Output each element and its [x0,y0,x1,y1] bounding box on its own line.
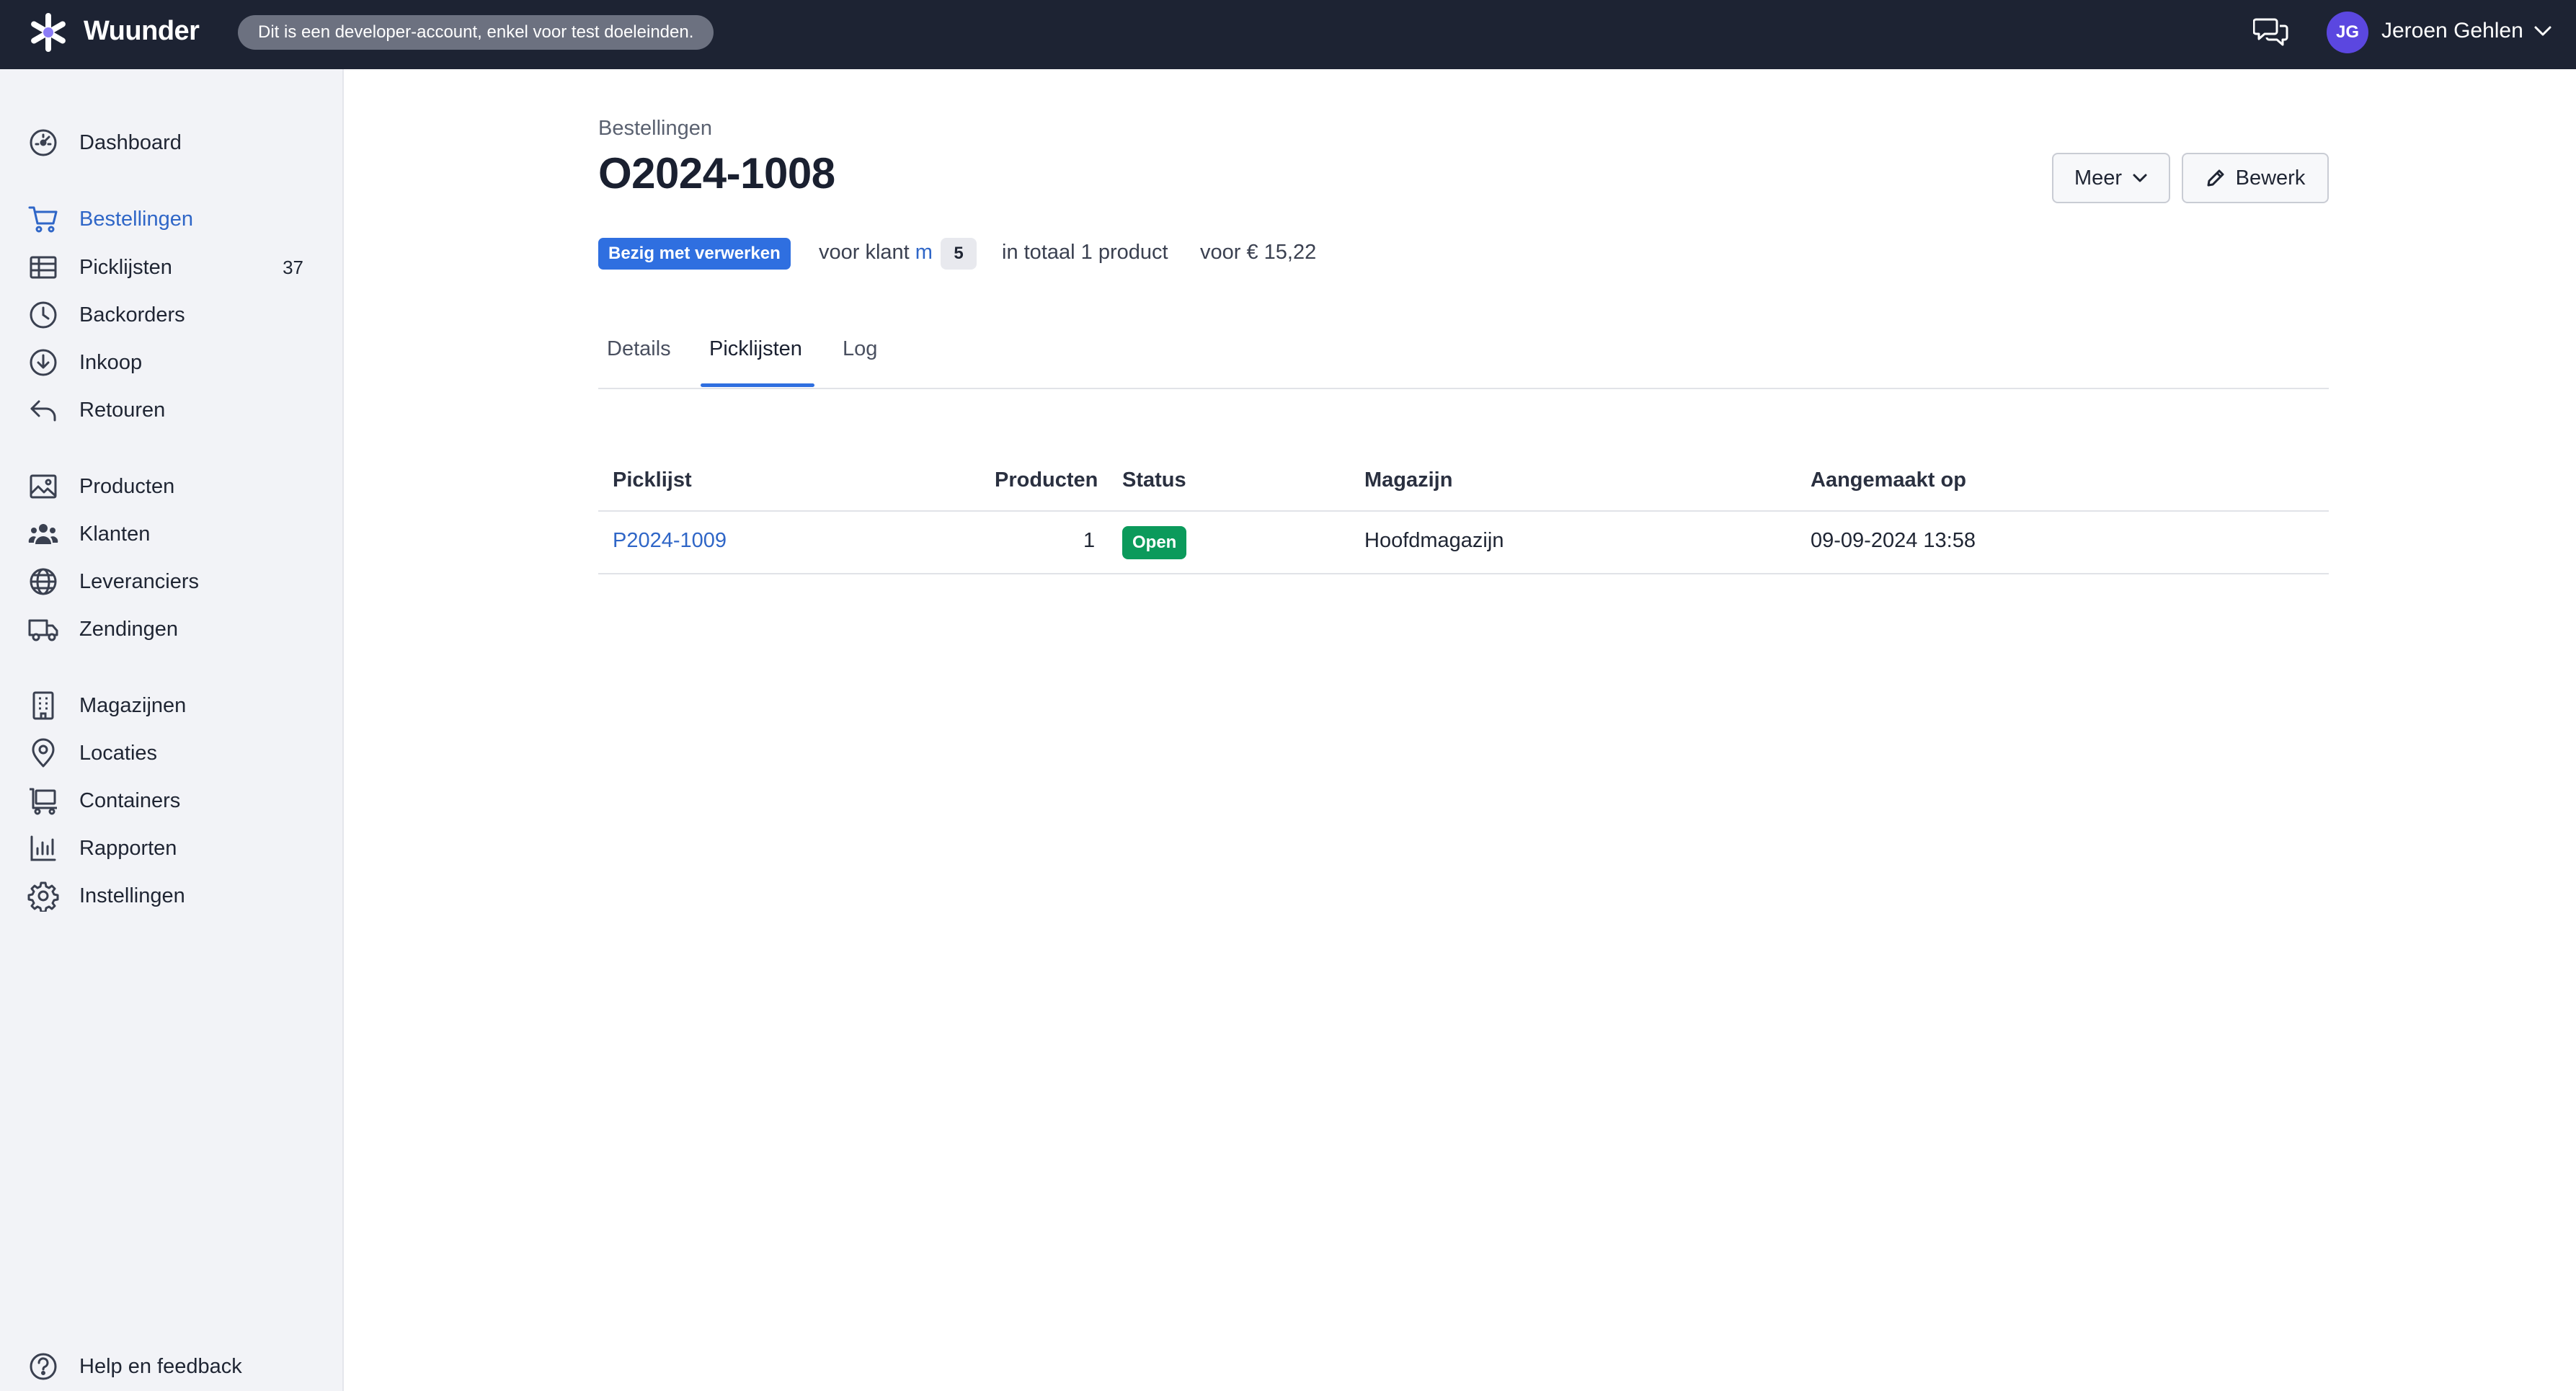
column-header-magazijn: Magazijn [1364,468,1453,492]
more-button[interactable]: Meer [2052,153,2170,203]
chevron-down-icon[interactable] [2533,23,2553,39]
sidebar-item-label: Bestellingen [79,207,193,231]
picklist-link[interactable]: P2024-1009 [613,529,727,553]
sidebar-item-label: Producten [79,474,175,498]
sidebar-item-dashboard[interactable]: Dashboard [0,121,344,164]
tab-bar: Details Picklijsten Log [598,317,2329,389]
sidebar-item-retouren[interactable]: Retouren [0,388,344,432]
dashboard-icon [27,127,59,159]
sidebar-item-label: Retouren [79,398,166,422]
divider [598,573,2329,574]
sidebar-item-backorders[interactable]: Backorders [0,293,344,337]
customer-prefix: voor klant [819,241,910,264]
divider [598,510,2329,512]
created-at: 09-09-2024 13:58 [1811,529,1976,552]
image-icon [27,471,59,502]
sidebar-item-label: Dashboard [79,130,182,154]
building-icon [27,690,59,721]
map-pin-icon [27,737,59,769]
sidebar-item-picklijsten[interactable]: Picklijsten 37 [0,246,344,289]
status-badge: Open [1122,526,1187,559]
chat-icon[interactable] [2253,16,2289,48]
column-header-aangemaakt-op: Aangemaakt op [1811,468,1966,492]
wuunder-logo-icon[interactable] [26,10,71,55]
sidebar-item-locaties[interactable]: Locaties [0,732,344,775]
edit-button-label: Bewerk [2235,166,2306,190]
sidebar-item-label: Containers [79,788,181,812]
globe-icon [27,566,59,597]
tab-details[interactable]: Details [607,337,671,361]
developer-account-badge: Dit is een developer-account, enkel voor… [238,15,714,50]
breadcrumb[interactable]: Bestellingen [598,117,712,141]
column-header-picklijst: Picklijst [613,468,692,492]
user-name[interactable]: Jeroen Gehlen [2381,19,2523,43]
sidebar-item-label: Rapporten [79,836,177,860]
download-circle-icon [27,347,59,378]
sidebar-item-magazijnen[interactable]: Magazijnen [0,684,344,727]
return-arrow-icon [27,394,59,426]
sidebar-item-zendingen[interactable]: Zendingen [0,608,344,651]
sidebar-item-help[interactable]: Help en feedback [0,1345,344,1388]
edit-button[interactable]: Bewerk [2182,153,2329,203]
active-tab-indicator [701,383,814,387]
chevron-down-icon [2132,172,2148,184]
sidebar-item-rapporten[interactable]: Rapporten [0,827,344,870]
sidebar-item-inkoop[interactable]: Inkoop [0,341,344,384]
tab-log[interactable]: Log [843,337,877,361]
top-bar: Wuunder Dit is een developer-account, en… [0,0,2576,69]
sidebar-item-containers[interactable]: Containers [0,779,344,822]
sidebar-item-label: Inkoop [79,350,143,374]
tab-picklijsten[interactable]: Picklijsten [709,337,802,361]
sidebar-item-leveranciers[interactable]: Leveranciers [0,560,344,603]
sidebar-item-label: Leveranciers [79,569,200,593]
gear-icon [27,880,59,912]
brand-name[interactable]: Wuunder [84,16,200,47]
cart-icon [27,203,59,235]
column-header-status: Status [1122,468,1186,492]
container-icon [27,785,59,817]
order-status-badge: Bezig met verwerken [598,238,791,270]
sidebar-item-bestellingen[interactable]: Bestellingen [0,197,344,241]
sidebar-item-instellingen[interactable]: Instellingen [0,874,344,917]
bar-chart-icon [27,832,59,864]
sidebar-item-label: Backorders [79,303,185,326]
users-icon [27,518,59,550]
products-count: 1 [1083,529,1096,552]
customer-count-badge: 5 [941,238,977,270]
more-button-label: Meer [2074,166,2123,190]
customer-info: voor klant m [819,241,933,265]
user-avatar[interactable]: JG [2327,12,2368,53]
sidebar-item-klanten[interactable]: Klanten [0,512,344,556]
sidebar-item-label: Klanten [79,522,151,546]
sidebar-item-producten[interactable]: Producten [0,465,344,508]
sidebar-item-label: Zendingen [79,617,179,641]
truck-icon [27,613,59,645]
sidebar-item-label: Magazijnen [79,693,187,717]
picklijsten-count-badge: 37 [283,256,303,278]
warehouse-name: Hoofdmagazijn [1364,529,1504,552]
page-title: O2024-1008 [598,149,835,197]
table-icon [27,252,59,283]
pencil-icon [2206,168,2226,188]
sidebar: Dashboard Bestellingen Picklijsten 37 Ba… [0,69,344,1391]
column-header-producten: Producten [995,468,1098,492]
sidebar-item-label: Picklijsten [79,255,172,279]
help-circle-icon [27,1351,59,1382]
price-total: voor € 15,22 [1200,241,1317,264]
sidebar-item-label: Locaties [79,741,158,765]
clock-icon [27,299,59,331]
customer-link[interactable]: m [915,241,933,264]
help-label: Help en feedback [79,1354,242,1378]
sidebar-item-label: Instellingen [79,884,185,907]
products-total: in totaal 1 product [1002,241,1168,264]
